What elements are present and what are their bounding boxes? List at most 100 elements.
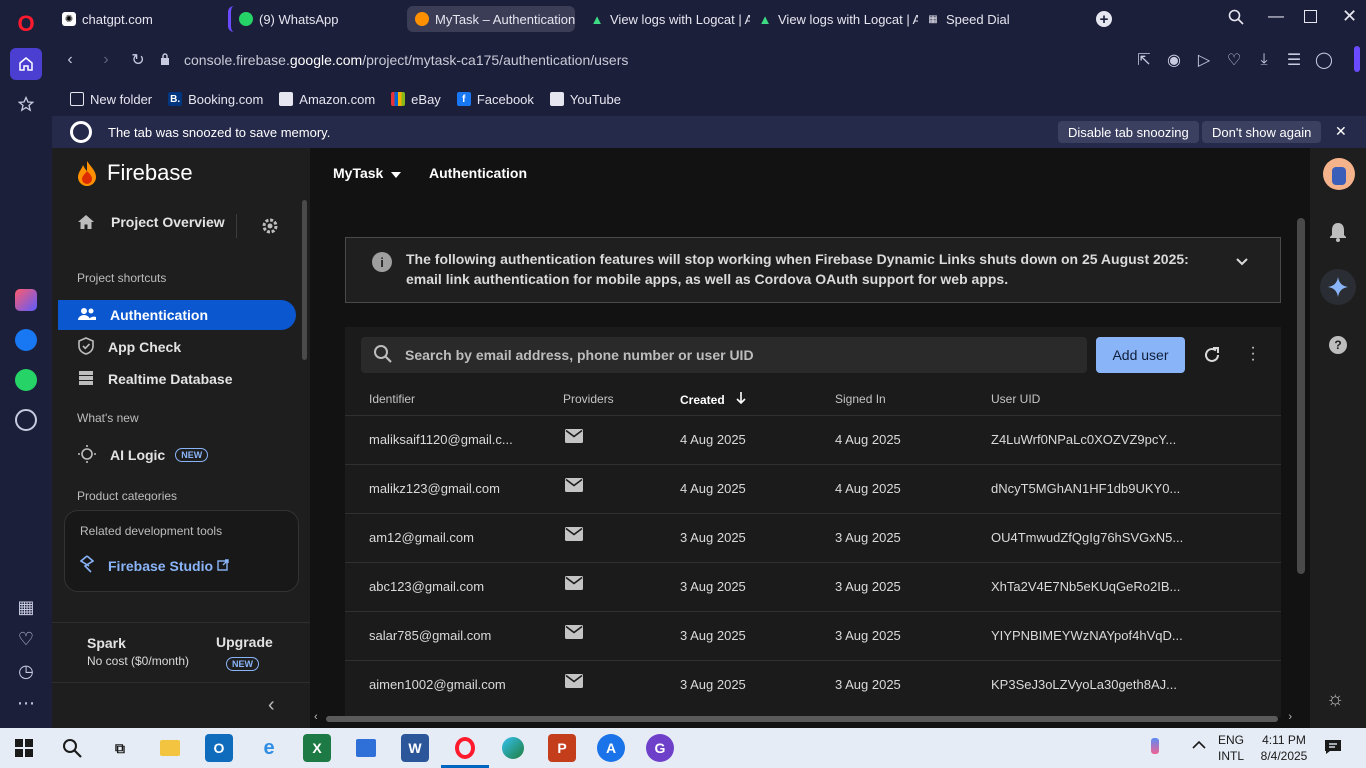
bookmark-label: New folder <box>90 91 153 107</box>
nav-app-check[interactable]: App Check <box>58 332 296 362</box>
minimize-button[interactable]: — <box>1268 8 1284 26</box>
tray-app-icon[interactable] <box>1148 738 1162 756</box>
heart-icon[interactable]: ♡ <box>10 623 42 655</box>
project-overview-link[interactable]: Project Overview <box>77 214 225 230</box>
bookmark-label: YouTube <box>569 91 621 107</box>
home-icon[interactable] <box>10 48 42 80</box>
workspaces-icon[interactable]: ▦ <box>10 591 42 623</box>
player-icon[interactable] <box>10 404 42 436</box>
tab-whatsapp[interactable]: (9) WhatsApp <box>228 6 402 32</box>
file-explorer-icon[interactable] <box>156 734 184 762</box>
table-row[interactable]: am12@gmail.com 3 Aug 2025 3 Aug 2025 OU4Tmw… <box>345 513 1281 562</box>
more-vert-icon[interactable]: · · · <box>1250 340 1256 368</box>
show-hidden-icons-chevron[interactable] <box>1192 737 1206 755</box>
avatar[interactable] <box>1323 158 1355 190</box>
download-icon[interactable]: ⤓ <box>1252 48 1276 72</box>
refresh-icon[interactable] <box>1203 346 1221 367</box>
github-desktop-icon[interactable]: G <box>646 734 674 762</box>
bookmark-new-folder[interactable]: New folder <box>64 92 158 107</box>
notifications-icon[interactable] <box>1324 739 1342 758</box>
star-icon[interactable] <box>10 88 42 120</box>
sort-arrow-down-icon <box>736 392 746 407</box>
upgrade-link[interactable]: Upgrade <box>216 634 273 650</box>
snapshot-icon[interactable]: ◉ <box>1162 48 1186 72</box>
disable-snoozing-button[interactable]: Disable tab snoozing <box>1058 121 1199 143</box>
forward-icon[interactable]: › <box>94 48 118 72</box>
gemini-icon[interactable] <box>1320 269 1356 305</box>
home-icon <box>78 215 94 229</box>
content-scrollbar[interactable] <box>1297 218 1305 574</box>
word-icon[interactable]: W <box>401 734 429 762</box>
bookmark-facebook[interactable]: f Facebook <box>451 92 540 107</box>
bell-icon[interactable] <box>1329 222 1347 245</box>
share-icon[interactable]: ⇱ <box>1132 48 1156 72</box>
table-row[interactable]: salar785@gmail.com 3 Aug 2025 3 Aug 2025 YI… <box>345 611 1281 660</box>
close-infobar-icon[interactable]: ✕ <box>1335 123 1347 140</box>
theme-sun-icon[interactable]: ☼ <box>1326 688 1344 711</box>
history-icon[interactable]: ◷ <box>10 655 42 687</box>
input-language[interactable]: ENG INTL <box>1218 732 1244 764</box>
bookmark-label: eBay <box>411 91 441 107</box>
table-row[interactable]: malikz123@gmail.com 4 Aug 2025 4 Aug 2025 d… <box>345 464 1281 513</box>
task-view-icon[interactable]: ⧉ <box>106 734 134 762</box>
nav-realtime-database[interactable]: Realtime Database <box>58 364 296 394</box>
windows-start-icon[interactable] <box>10 734 38 762</box>
horizontal-scrollbar[interactable]: ‹ › <box>314 711 1292 724</box>
outlook-icon[interactable]: O <box>205 734 233 762</box>
firebase-logo[interactable]: Firebase <box>77 160 193 186</box>
table-row[interactable]: aimen1002@gmail.com 3 Aug 2025 3 Aug 2025 K… <box>345 660 1281 709</box>
sidebar-toggle[interactable] <box>1354 46 1360 72</box>
help-icon[interactable]: ? <box>1329 336 1347 354</box>
android-studio-icon[interactable]: A <box>597 734 625 762</box>
user-identifier: malikz123@gmail.com <box>369 481 500 496</box>
opera-logo-icon[interactable]: O <box>10 8 42 40</box>
back-icon[interactable]: ‹ <box>58 48 82 72</box>
bookmark-ebay[interactable]: eBay <box>385 92 447 107</box>
chevron-down-icon[interactable] <box>1236 254 1248 269</box>
settings-gear-icon[interactable] <box>260 216 280 239</box>
bookmark-booking[interactable]: B. Booking.com <box>162 92 269 107</box>
easy-setup-icon[interactable]: ☰ <box>1282 48 1306 72</box>
dont-show-again-button[interactable]: Don't show again <box>1202 121 1322 143</box>
nav-ai-logic[interactable]: AI Logic NEW <box>58 440 296 470</box>
add-user-button[interactable]: Add user <box>1096 337 1185 373</box>
more-icon[interactable]: ⋯ <box>10 687 42 719</box>
tab-mytask[interactable]: MyTask – Authentication – <box>407 6 575 32</box>
excel-icon[interactable]: X <box>303 734 331 762</box>
favorite-icon[interactable]: ♡ <box>1222 48 1246 72</box>
user-search-input[interactable]: Search by email address, phone number or… <box>361 337 1087 373</box>
internet-explorer-icon[interactable]: e <box>255 734 283 762</box>
tab-chatgpt[interactable]: ✺ chatgpt.com <box>54 6 224 32</box>
tab-speed-dial[interactable]: ▦ Speed Dial <box>918 6 1078 32</box>
reload-icon[interactable]: ↻ <box>126 48 150 72</box>
page-title: Authentication <box>429 165 527 181</box>
lock-icon <box>160 52 170 68</box>
aria-icon[interactable] <box>10 284 42 316</box>
sidebar-scrollbar[interactable] <box>302 200 307 360</box>
tab-logcat-1[interactable]: ▲ View logs with Logcat | A <box>582 6 750 32</box>
new-tab-button[interactable]: + <box>1096 11 1112 28</box>
opera-icon[interactable] <box>451 734 479 762</box>
close-window-button[interactable]: ✕ <box>1342 6 1357 27</box>
messenger-icon[interactable] <box>10 324 42 356</box>
firebase-studio-link[interactable]: Firebase Studio <box>79 555 229 576</box>
tab-logcat-2[interactable]: ▲ View logs with Logcat | A <box>750 6 918 32</box>
whatsapp-icon[interactable] <box>10 364 42 396</box>
table-row[interactable]: maliksaif1120@gmail.c... 4 Aug 2025 4 Aug … <box>345 415 1281 464</box>
edge-icon[interactable] <box>499 734 527 762</box>
powerpoint-icon[interactable]: P <box>548 734 576 762</box>
search-icon[interactable] <box>58 734 86 762</box>
nav-authentication[interactable]: Authentication <box>58 300 296 330</box>
collapse-sidebar-icon[interactable]: ‹ <box>268 694 275 717</box>
search-tabs-icon[interactable] <box>1228 9 1244 30</box>
col-created[interactable]: Created <box>680 392 746 407</box>
store-icon[interactable] <box>352 734 380 762</box>
profile-icon[interactable]: ◯ <box>1312 48 1336 72</box>
table-row[interactable]: abc123@gmail.com 3 Aug 2025 3 Aug 2025 XhTa… <box>345 562 1281 611</box>
bookmark-amazon[interactable]: Amazon.com <box>273 92 381 107</box>
clock[interactable]: 4:11 PM 8/4/2025 <box>1258 732 1310 764</box>
bookmark-youtube[interactable]: YouTube <box>544 92 627 107</box>
restore-button[interactable] <box>1304 10 1317 23</box>
project-selector[interactable]: MyTask <box>333 165 402 181</box>
send-icon[interactable]: ▷ <box>1192 48 1216 72</box>
